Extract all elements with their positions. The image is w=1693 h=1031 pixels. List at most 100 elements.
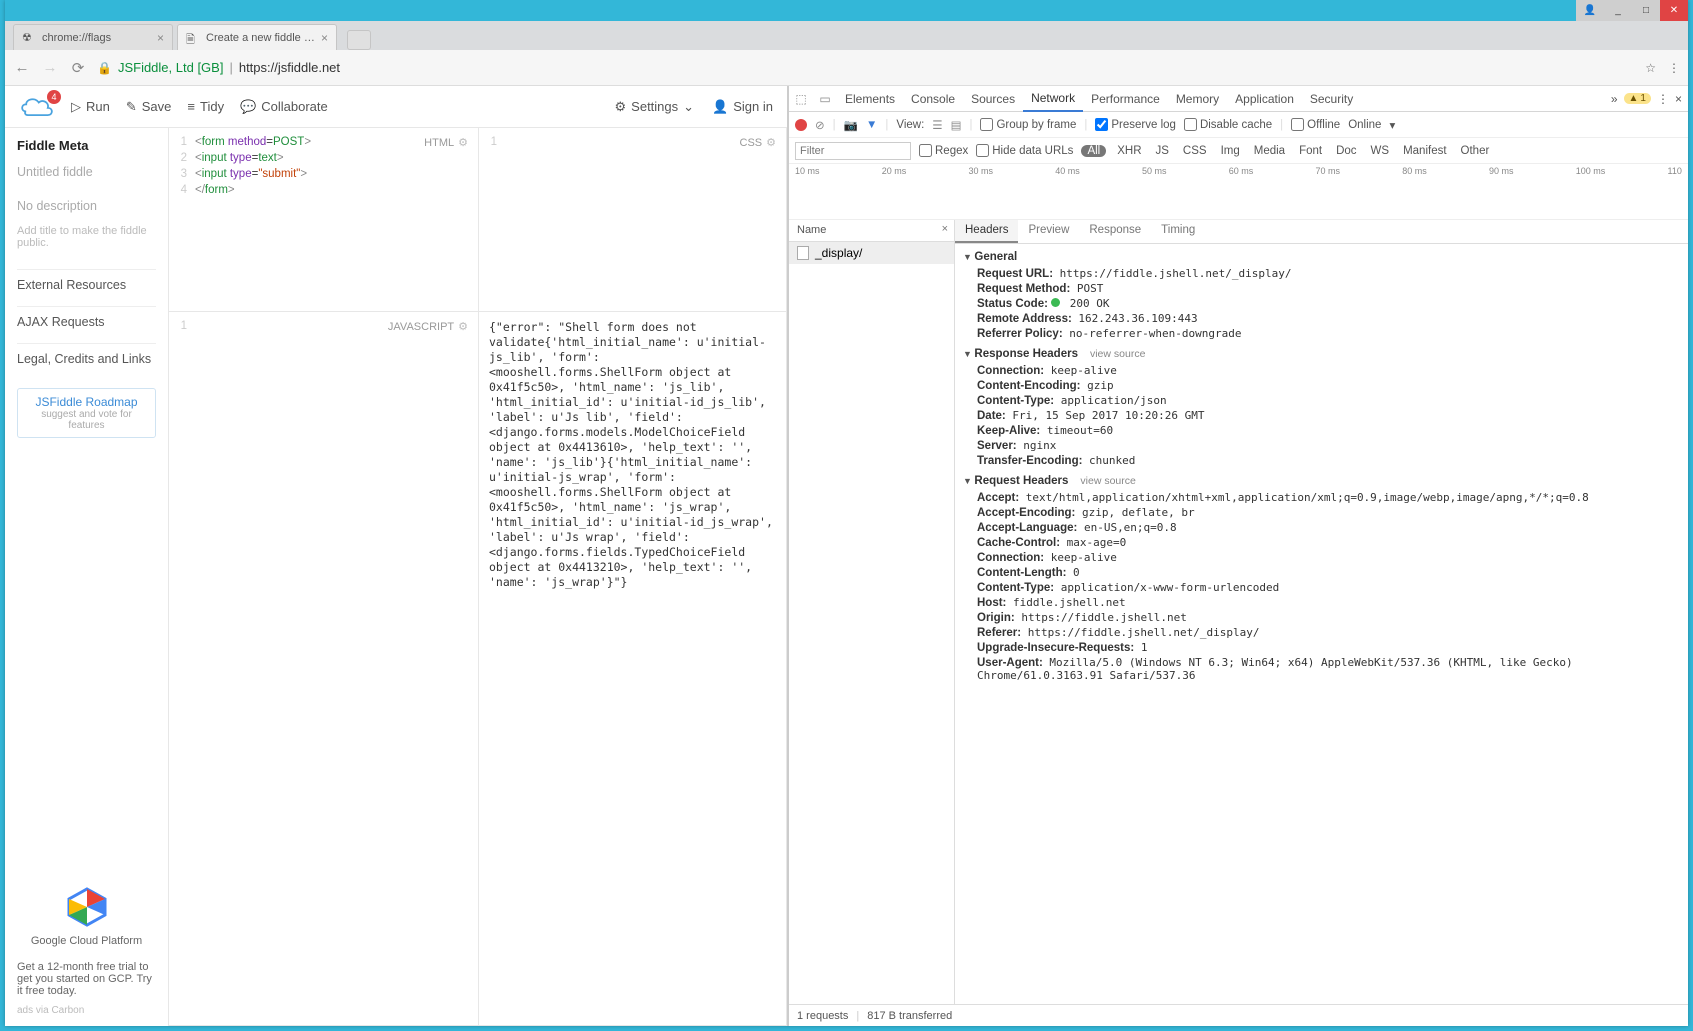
save-button[interactable]: ✎Save <box>126 99 172 115</box>
result-output: {"error": "Shell form does not validate{… <box>479 312 786 1025</box>
tab-console[interactable]: Console <box>903 86 963 111</box>
ad-body[interactable]: Get a 12-month free trial to get you sta… <box>17 961 156 997</box>
fiddle-title-input[interactable]: Untitled fiddle <box>17 165 156 179</box>
ads-via-carbon[interactable]: ads via Carbon <box>17 1005 156 1016</box>
filter-css[interactable]: CSS <box>1180 145 1210 157</box>
filter-media[interactable]: Media <box>1251 145 1288 157</box>
signin-button[interactable]: 👤Sign in <box>712 99 773 115</box>
header-row: Content-Encoding: gzip <box>963 378 1680 393</box>
collaborate-button[interactable]: 💬Collaborate <box>240 99 328 115</box>
detail-tab-headers[interactable]: Headers <box>955 220 1018 243</box>
detail-tab-response[interactable]: Response <box>1079 220 1151 243</box>
header-row: Content-Type: application/x-www-form-url… <box>963 580 1680 595</box>
view-source-link[interactable]: view source <box>1080 475 1135 487</box>
css-pane[interactable]: CSS⚙ 1 <box>479 128 787 312</box>
sidebar-item-external[interactable]: External Resources <box>17 269 156 300</box>
reload-icon[interactable]: ⟳ <box>69 59 87 77</box>
filter-ws[interactable]: WS <box>1368 145 1393 157</box>
close-button[interactable]: ✕ <box>1660 0 1688 21</box>
roadmap-card[interactable]: JSFiddle Roadmap suggest and vote for fe… <box>17 388 156 438</box>
filter-font[interactable]: Font <box>1296 145 1325 157</box>
tab-memory[interactable]: Memory <box>1168 86 1227 111</box>
settings-button[interactable]: ⚙Settings⌄ <box>615 99 695 115</box>
gear-icon[interactable]: ⚙ <box>458 320 468 333</box>
gear-icon[interactable]: ⚙ <box>766 136 776 149</box>
close-devtools-icon[interactable]: × <box>1675 92 1682 106</box>
camera-icon[interactable]: 📷 <box>844 118 858 132</box>
tab-title: chrome://flags <box>42 32 151 44</box>
offline-checkbox[interactable]: Offline <box>1291 118 1340 131</box>
user-icon[interactable]: 👤 <box>1576 0 1604 21</box>
tab-jsfiddle[interactable]: 🗎 Create a new fiddle - JSF × <box>177 24 337 50</box>
detail-tab-timing[interactable]: Timing <box>1151 220 1205 243</box>
sidebar-item-legal[interactable]: Legal, Credits and Links <box>17 343 156 374</box>
hide-data-urls-checkbox[interactable]: Hide data URLs <box>976 144 1073 157</box>
filter-manifest[interactable]: Manifest <box>1400 145 1449 157</box>
close-tab-icon[interactable]: × <box>157 31 164 45</box>
tab-network[interactable]: Network <box>1023 87 1083 112</box>
close-tab-icon[interactable]: × <box>321 31 328 45</box>
throttling-select[interactable]: Online <box>1348 119 1381 131</box>
user-icon: 👤 <box>712 99 728 115</box>
network-timeline[interactable]: 10 ms 20 ms 30 ms 40 ms 50 ms 60 ms 70 m… <box>789 164 1688 220</box>
section-general[interactable]: General <box>963 248 1680 266</box>
request-count: 1 requests <box>797 1010 848 1022</box>
more-tabs-icon[interactable]: » <box>1611 92 1618 106</box>
filter-js[interactable]: JS <box>1153 145 1172 157</box>
view-source-link[interactable]: view source <box>1090 348 1145 360</box>
tab-sources[interactable]: Sources <box>963 86 1023 111</box>
close-detail-icon[interactable]: × <box>942 223 948 235</box>
disable-cache-checkbox[interactable]: Disable cache <box>1184 118 1272 131</box>
line-gutter: 1 <box>169 312 191 1025</box>
filter-icon[interactable]: ▼ <box>866 119 877 131</box>
menu-icon[interactable]: ⋮ <box>1668 61 1680 75</box>
group-by-frame-checkbox[interactable]: Group by frame <box>980 118 1076 131</box>
filter-all[interactable]: All <box>1081 145 1106 157</box>
js-pane[interactable]: JAVASCRIPT⚙ 1 <box>169 312 479 1026</box>
name-column-header[interactable]: Name × <box>789 220 954 242</box>
star-icon[interactable]: ☆ <box>1645 61 1656 75</box>
maximize-button[interactable]: □ <box>1632 0 1660 21</box>
minimize-button[interactable]: _ <box>1604 0 1632 21</box>
list-view-icon[interactable]: ☰ <box>932 118 942 132</box>
device-icon[interactable]: ▭ <box>813 92 837 106</box>
header-row: Status Code: 200 OK <box>963 296 1680 311</box>
clear-icon[interactable]: ⊘ <box>815 118 825 132</box>
tab-elements[interactable]: Elements <box>837 86 903 111</box>
address-bar[interactable]: 🔒 JSFiddle, Ltd [GB] | https://jsfiddle.… <box>97 60 1635 75</box>
ad-title: Google Cloud Platform <box>17 935 156 947</box>
tab-chrome-flags[interactable]: ☢ chrome://flags × <box>13 24 173 50</box>
html-pane[interactable]: HTML⚙ 1234 <form method=POST> <input typ… <box>169 128 479 312</box>
fiddle-desc-input[interactable]: No description <box>17 199 156 213</box>
gear-icon[interactable]: ⚙ <box>458 136 468 149</box>
header-row: Cache-Control: max-age=0 <box>963 535 1680 550</box>
tab-application[interactable]: Application <box>1227 86 1302 111</box>
section-request-headers[interactable]: Request Headersview source <box>963 472 1680 490</box>
preserve-log-checkbox[interactable]: Preserve log <box>1095 118 1176 131</box>
regex-checkbox[interactable]: Regex <box>919 144 968 157</box>
new-tab-button[interactable] <box>347 30 371 50</box>
filter-doc[interactable]: Doc <box>1333 145 1359 157</box>
tab-security[interactable]: Security <box>1302 86 1361 111</box>
chevron-down-icon[interactable]: ▾ <box>1389 118 1395 132</box>
large-view-icon[interactable]: ▤ <box>951 118 962 132</box>
back-icon[interactable]: ← <box>13 59 31 76</box>
request-row[interactable]: _display/ <box>789 242 954 264</box>
record-button[interactable] <box>795 119 807 131</box>
filter-xhr[interactable]: XHR <box>1114 145 1144 157</box>
jsfiddle-logo[interactable]: 4 <box>19 94 55 120</box>
run-button[interactable]: ▷Run <box>71 99 110 115</box>
html-code[interactable]: <form method=POST> <input type=text> <in… <box>191 128 319 311</box>
filter-input[interactable] <box>795 142 911 160</box>
inspect-icon[interactable]: ⬚ <box>789 92 813 106</box>
filter-other[interactable]: Other <box>1458 145 1493 157</box>
detail-tab-preview[interactable]: Preview <box>1018 220 1079 243</box>
tab-performance[interactable]: Performance <box>1083 86 1168 111</box>
warning-badge[interactable]: ▲ 1 <box>1624 93 1651 104</box>
tidy-button[interactable]: ≡Tidy <box>187 99 224 114</box>
sidebar-item-ajax[interactable]: AJAX Requests <box>17 306 156 337</box>
lock-icon: 🔒 <box>97 61 112 75</box>
kebab-icon[interactable]: ⋮ <box>1657 92 1669 106</box>
section-response-headers[interactable]: Response Headersview source <box>963 345 1680 363</box>
filter-img[interactable]: Img <box>1218 145 1243 157</box>
